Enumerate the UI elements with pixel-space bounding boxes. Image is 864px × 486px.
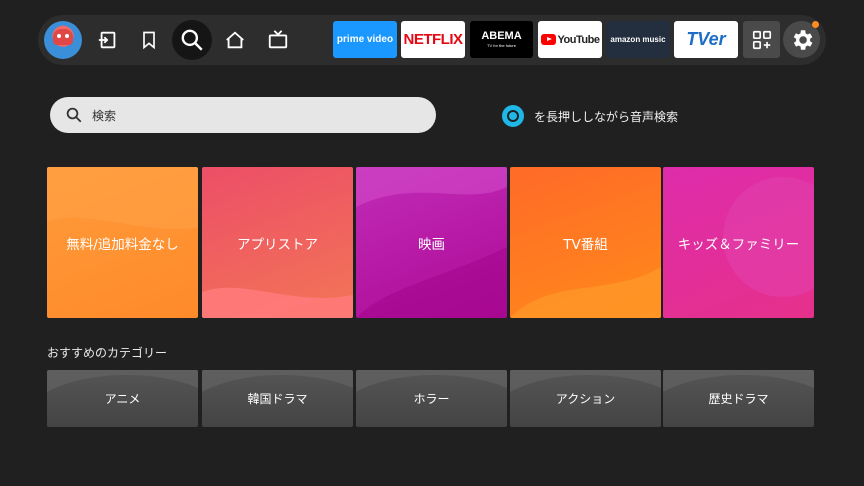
- abema-app[interactable]: ABEMA TV for the future: [470, 21, 533, 58]
- netflix-app[interactable]: NETFLIX: [401, 21, 465, 58]
- category-tile-korean-drama[interactable]: 韓国ドラマ: [202, 370, 353, 427]
- voice-search-hint: を長押ししながら音声検索: [502, 104, 678, 128]
- alexa-icon: [502, 105, 524, 127]
- youtube-label: YouTube: [557, 33, 600, 46]
- featured-label: TV番組: [563, 236, 608, 253]
- featured-movies-tile[interactable]: 映画: [356, 167, 507, 318]
- input-icon[interactable]: [88, 20, 128, 60]
- youtube-play-icon: [540, 34, 556, 45]
- category-tile-anime[interactable]: アニメ: [47, 370, 198, 427]
- search-input[interactable]: 検索: [50, 97, 436, 133]
- search-icon: [64, 105, 84, 125]
- notification-dot: [812, 21, 819, 28]
- featured-label: キッズ＆ファミリー: [677, 236, 800, 253]
- home-icon[interactable]: [215, 20, 255, 60]
- voice-search-hint-text: を長押ししながら音声検索: [534, 109, 679, 124]
- amazon-music-label: amazon music: [610, 35, 666, 44]
- category-label: 韓国ドラマ: [247, 392, 308, 406]
- abema-tagline: TV for the future: [487, 43, 516, 48]
- featured-tv-tile[interactable]: TV番組: [510, 167, 661, 318]
- prime-video-label: prime video: [336, 34, 394, 45]
- apps-grid-icon: [752, 30, 771, 49]
- youtube-app[interactable]: YouTube: [538, 21, 602, 58]
- bookmark-icon[interactable]: [129, 20, 169, 60]
- category-tile-horror[interactable]: ホラー: [356, 370, 507, 427]
- live-tv-icon[interactable]: [258, 20, 298, 60]
- amazon-music-app[interactable]: amazon music: [606, 21, 670, 58]
- category-tile-action[interactable]: アクション: [510, 370, 661, 427]
- category-label: ホラー: [413, 392, 450, 406]
- categories-section-title: おすすめのカテゴリー: [47, 346, 168, 360]
- profile-avatar[interactable]: [44, 21, 82, 59]
- tver-app[interactable]: TVer: [674, 21, 738, 58]
- featured-label: 映画: [418, 236, 445, 253]
- featured-label: 無料/追加料金なし: [66, 236, 179, 253]
- category-label: 歴史ドラマ: [708, 392, 769, 406]
- all-apps-button[interactable]: [743, 21, 780, 58]
- search-icon[interactable]: [172, 20, 212, 60]
- featured-kids-family-tile[interactable]: キッズ＆ファミリー: [663, 167, 814, 318]
- abema-label: ABEMA: [481, 30, 522, 42]
- netflix-label: NETFLIX: [403, 31, 464, 48]
- category-label: アクション: [555, 392, 616, 406]
- category-label: アニメ: [104, 392, 141, 406]
- category-tile-historical-drama[interactable]: 歴史ドラマ: [663, 370, 814, 427]
- featured-label: アプリストア: [237, 236, 318, 253]
- tver-label: TVer: [686, 29, 726, 49]
- featured-appstore-tile[interactable]: アプリストア: [202, 167, 353, 318]
- featured-free-tile[interactable]: 無料/追加料金なし: [47, 167, 198, 318]
- prime-video-app[interactable]: prime video: [333, 21, 397, 58]
- search-placeholder: 検索: [92, 108, 117, 123]
- gear-icon: [793, 29, 812, 50]
